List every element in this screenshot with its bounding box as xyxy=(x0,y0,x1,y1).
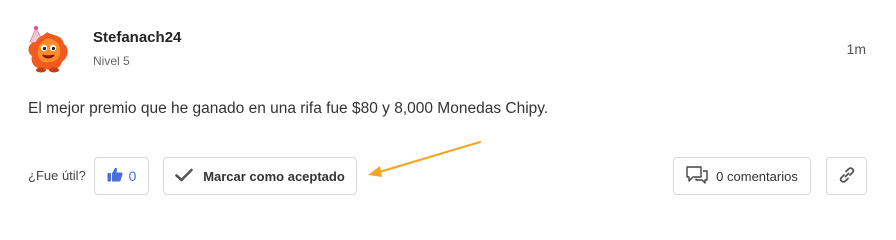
author-level: Nivel 5 xyxy=(93,54,130,68)
post-body: El mejor premio que he ganado en una rif… xyxy=(28,100,549,117)
like-count: 0 xyxy=(128,168,137,184)
comments-label: 0 comentarios xyxy=(716,168,798,184)
comments-button[interactable]: 0 comentarios xyxy=(673,157,811,195)
avatar[interactable] xyxy=(22,24,72,74)
thumbs-up-icon xyxy=(107,167,123,185)
comment-bubble-icon xyxy=(686,165,708,187)
arrow-annotation xyxy=(360,136,490,181)
helpful-label: ¿Fue útil? xyxy=(28,168,86,183)
post-timestamp: 1m xyxy=(846,41,866,57)
mark-accepted-label: Marcar como aceptado xyxy=(203,168,345,184)
author-name[interactable]: Stefanach24 xyxy=(93,29,181,46)
link-icon xyxy=(838,166,856,187)
mark-accepted-button[interactable]: Marcar como aceptado xyxy=(163,157,357,195)
checkmark-icon xyxy=(175,168,193,185)
like-button[interactable]: 0 xyxy=(94,157,149,195)
copy-link-button[interactable] xyxy=(826,157,867,195)
